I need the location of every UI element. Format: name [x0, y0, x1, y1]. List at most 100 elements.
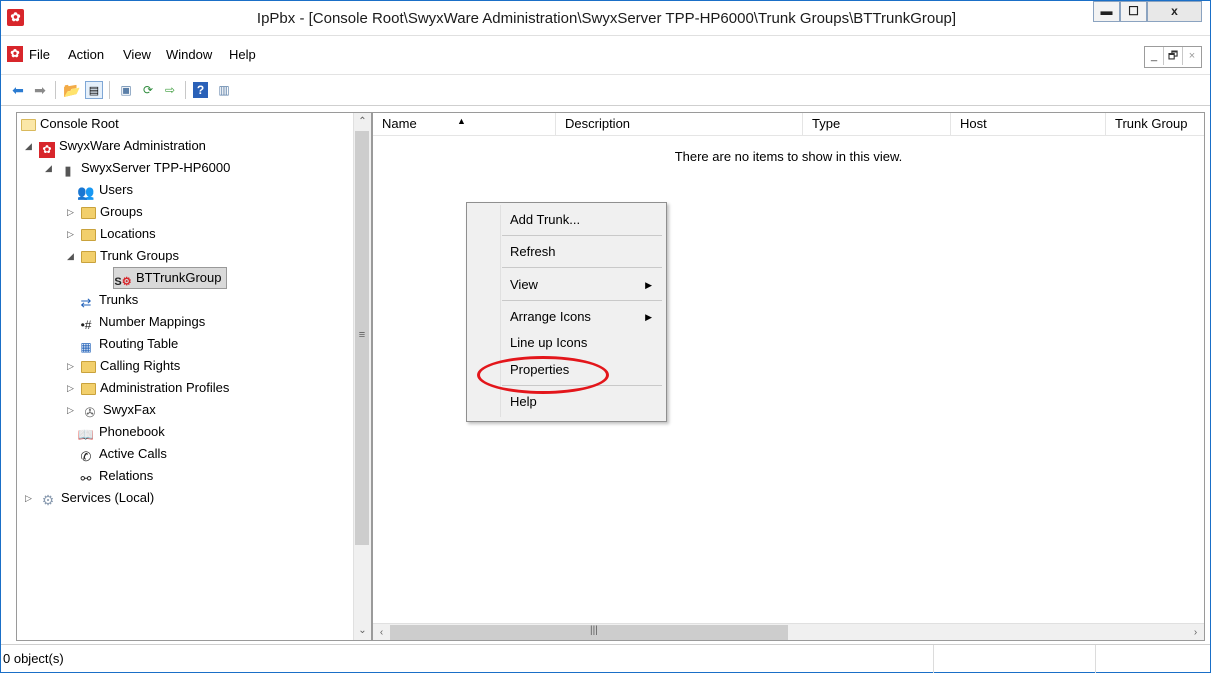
trunks-icon: ⇄ [80, 295, 92, 310]
close-button[interactable]: x [1147, 1, 1202, 22]
menu-file[interactable]: File [29, 47, 50, 62]
tree-item-console-root[interactable]: Console Root [21, 113, 119, 135]
context-item-line-up-icons[interactable]: Line up Icons [469, 332, 664, 354]
refresh-icon[interactable]: ⟳ [139, 81, 157, 99]
folder-icon [81, 207, 96, 219]
mdi-minimize-button[interactable]: _ [1145, 47, 1164, 65]
tree-item-label: SwyxServer TPP-HP6000 [81, 160, 231, 175]
mdi-restore-button[interactable]: 🗗 [1164, 47, 1183, 65]
tree-vertical-scrollbar[interactable]: ⌃ ≡ ⌄ [353, 113, 371, 640]
folder-icon [81, 251, 96, 263]
collapse-icon[interactable]: ◢ [25, 135, 39, 157]
tree-item-swyxware-administration[interactable]: ◢ ✿ SwyxWare Administration [25, 135, 206, 158]
up-folder-icon[interactable]: 📂 [63, 81, 81, 99]
tree-item-bttrunkgroup[interactable]: S⚙ BTTrunkGroup [113, 267, 227, 289]
menu-view[interactable]: View [123, 47, 151, 62]
tree-item-users[interactable]: 👥 Users [77, 179, 133, 201]
context-item-arrange-icons[interactable]: Arrange Icons ▶ [469, 306, 664, 328]
tree-item-administration-profiles[interactable]: ▷ Administration Profiles [67, 377, 229, 399]
tree-item-relations[interactable]: ⚯ Relations [77, 465, 154, 487]
expand-icon[interactable]: ▷ [25, 487, 39, 509]
show-hide-tree-icon[interactable]: ▤ [85, 81, 103, 99]
sort-ascending-icon: ▲ [457, 116, 466, 126]
tree-item-label: Relations [99, 468, 154, 483]
expand-icon[interactable]: ▷ [67, 399, 81, 421]
phonebook-icon: 📖 [77, 427, 95, 442]
toolbar-separator [109, 81, 110, 99]
menu-window[interactable]: Window [166, 47, 212, 62]
expand-icon[interactable]: ▷ [67, 355, 81, 377]
column-header-host[interactable]: Host [951, 113, 1106, 135]
tree-item-phonebook[interactable]: 📖 Phonebook [77, 421, 165, 443]
status-object-count: 0 object(s) [3, 645, 934, 673]
tree-item-services-local[interactable]: ▷ ⚙ Services (Local) [25, 487, 154, 509]
tree-item-swyxserver[interactable]: ◢ ▮ SwyxServer TPP-HP6000 [45, 157, 230, 179]
tree-item-label: Active Calls [99, 446, 167, 461]
tree-item-trunks[interactable]: ⇄ Trunks [77, 289, 139, 311]
back-icon[interactable]: ⬅ [9, 81, 27, 99]
tree-item-locations[interactable]: ▷ Locations [67, 223, 156, 245]
tree-item-label: Number Mappings [99, 314, 206, 329]
child-window-icon[interactable]: ✿ [7, 46, 23, 62]
console-tree: Console Root ◢ ✿ SwyxWare Administration ◢… [16, 112, 372, 641]
column-label: Name [382, 116, 417, 131]
menu-item-label: Help [510, 394, 537, 409]
properties-icon[interactable]: ▣ [117, 81, 135, 99]
context-item-view[interactable]: View ▶ [469, 274, 664, 296]
tree-item-swyxfax[interactable]: ▷ ✇ SwyxFax [67, 399, 156, 421]
scroll-right-icon[interactable]: › [1187, 624, 1204, 640]
tree-item-trunk-groups[interactable]: ◢ Trunk Groups [67, 245, 179, 267]
tree-item-label: Trunks [99, 292, 139, 307]
tree-item-calling-rights[interactable]: ▷ Calling Rights [67, 355, 180, 377]
tree-item-label: Administration Profiles [100, 380, 230, 395]
tree-item-label: Users [99, 182, 133, 197]
collapse-icon[interactable]: ◢ [67, 245, 81, 267]
collapse-icon[interactable]: ◢ [45, 157, 59, 179]
menu-item-label: Add Trunk... [510, 212, 581, 227]
submenu-arrow-icon: ▶ [645, 280, 652, 290]
menu-action[interactable]: Action [68, 47, 104, 62]
scrollbar-thumb[interactable]: ≡ [355, 131, 369, 545]
context-item-add-trunk[interactable]: Add Trunk... [469, 209, 664, 231]
scroll-up-icon[interactable]: ⌃ [354, 113, 371, 130]
column-header-trunk-group[interactable]: Trunk Group [1106, 113, 1204, 135]
folder-icon [81, 383, 96, 395]
expand-icon[interactable]: ▷ [67, 223, 81, 245]
application-window: ✿ IpPbx - [Console Root\SwyxWare Adminis… [0, 0, 1211, 673]
minimize-button[interactable]: ▬ [1093, 1, 1120, 22]
status-bar: 0 object(s) [1, 644, 1210, 673]
forward-icon[interactable]: ➡ [31, 81, 49, 99]
context-item-help[interactable]: Help [469, 391, 664, 413]
expand-icon[interactable]: ▷ [67, 377, 81, 399]
maximize-button[interactable]: ☐ [1120, 1, 1147, 22]
tree-item-number-mappings[interactable]: •# Number Mappings [77, 311, 206, 333]
show-action-pane-icon[interactable]: ▥ [215, 81, 233, 99]
tree-item-routing-table[interactable]: ▦ Routing Table [77, 333, 178, 355]
menu-help[interactable]: Help [229, 47, 256, 62]
expand-icon[interactable]: ▷ [67, 201, 81, 223]
column-header-name[interactable]: Name ▲ [373, 113, 556, 135]
tree-item-groups[interactable]: ▷ Groups [67, 201, 143, 223]
title-bar: ✿ IpPbx - [Console Root\SwyxWare Adminis… [1, 1, 1210, 36]
tree-item-label: Calling Rights [100, 358, 181, 373]
help-icon[interactable]: ? [193, 82, 208, 98]
scroll-left-icon[interactable]: ‹ [373, 624, 390, 640]
tree-item-active-calls[interactable]: ✆ Active Calls [77, 443, 167, 465]
column-label: Trunk Group [1115, 116, 1188, 131]
routing-table-icon: ▦ [80, 340, 92, 354]
export-list-icon[interactable]: ⇨ [161, 81, 179, 99]
scrollbar-thumb[interactable]: ||| [390, 625, 788, 640]
scroll-down-icon[interactable]: ⌄ [354, 622, 371, 639]
status-cell-empty [1097, 645, 1207, 673]
column-label: Description [565, 116, 631, 131]
column-label: Type [812, 116, 841, 131]
column-header-type[interactable]: Type [803, 113, 951, 135]
tree-item-label: Services (Local) [61, 490, 155, 505]
tree-item-label: Groups [100, 204, 143, 219]
tree-item-label: Trunk Groups [100, 248, 179, 263]
mdi-close-button[interactable]: × [1183, 47, 1201, 65]
context-item-refresh[interactable]: Refresh [469, 241, 664, 263]
grip-icon: ||| [590, 625, 598, 636]
list-horizontal-scrollbar[interactable]: ‹ ||| › [373, 623, 1204, 640]
column-header-description[interactable]: Description [556, 113, 803, 135]
